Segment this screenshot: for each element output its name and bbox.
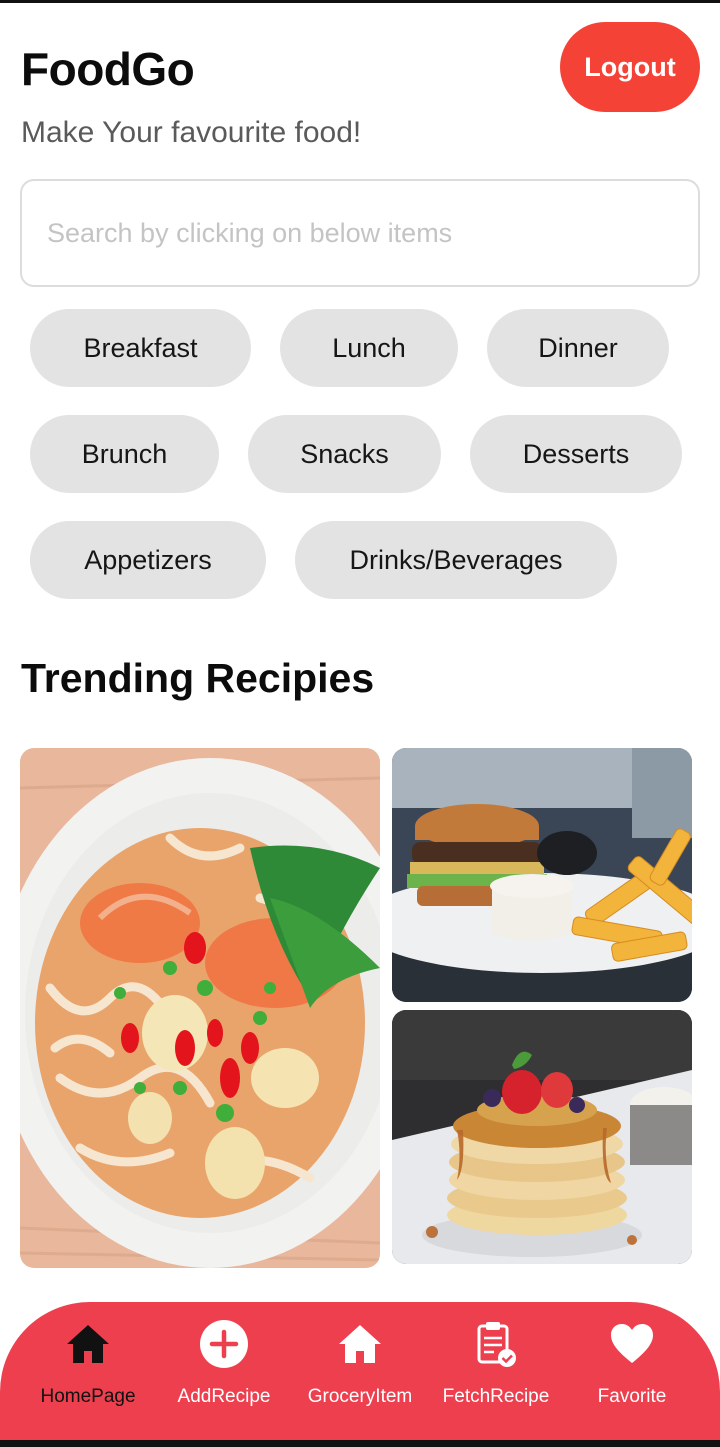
bottom-navigation: HomePage AddRecipe GroceryItem FetchReci… xyxy=(0,1302,720,1447)
category-chip-brunch[interactable]: Brunch xyxy=(30,415,219,493)
add-circle-icon xyxy=(198,1318,250,1370)
pancake-stack-image[interactable] xyxy=(392,1010,692,1264)
system-bar-edge xyxy=(0,1440,720,1447)
nav-item-groceryitem[interactable]: GroceryItem xyxy=(288,1302,432,1442)
logout-button[interactable]: Logout xyxy=(560,22,700,112)
status-divider xyxy=(0,0,720,3)
category-chip-lunch[interactable]: Lunch xyxy=(280,309,458,387)
app-title: FoodGo xyxy=(21,43,195,95)
noodle-soup-image[interactable] xyxy=(20,748,380,1268)
nav-item-addrecipe[interactable]: AddRecipe xyxy=(152,1302,296,1442)
category-chip-breakfast[interactable]: Breakfast xyxy=(30,309,251,387)
house-icon xyxy=(334,1318,386,1370)
search-input[interactable] xyxy=(47,217,698,249)
category-chip-dinner[interactable]: Dinner xyxy=(487,309,669,387)
nav-item-fetchrecipe[interactable]: FetchRecipe xyxy=(424,1302,568,1442)
tagline: Make Your favourite food! xyxy=(21,116,362,149)
category-chip-desserts[interactable]: Desserts xyxy=(470,415,682,493)
burger-fries-image[interactable] xyxy=(392,748,692,1002)
nav-label-addrecipe: AddRecipe xyxy=(177,1386,271,1407)
category-chip-snacks[interactable]: Snacks xyxy=(248,415,441,493)
nav-item-favorite[interactable]: Favorite xyxy=(560,1302,704,1442)
app-screen: FoodGo Make Your favourite food! Logout … xyxy=(0,0,720,1447)
category-chip-drinks-beverages[interactable]: Drinks/Beverages xyxy=(295,521,617,599)
nav-label-favorite: Favorite xyxy=(597,1386,667,1407)
home-icon xyxy=(62,1318,114,1370)
search-box[interactable] xyxy=(20,179,700,287)
clipboard-check-icon xyxy=(470,1318,522,1370)
nav-label-homepage: HomePage xyxy=(40,1386,136,1407)
nav-item-homepage[interactable]: HomePage xyxy=(16,1302,160,1442)
nav-label-groceryitem: GroceryItem xyxy=(307,1386,413,1407)
heart-icon xyxy=(606,1318,658,1370)
nav-label-fetchrecipe: FetchRecipe xyxy=(442,1386,550,1407)
category-chip-appetizers[interactable]: Appetizers xyxy=(30,521,266,599)
trending-title: Trending Recipies xyxy=(21,655,375,701)
